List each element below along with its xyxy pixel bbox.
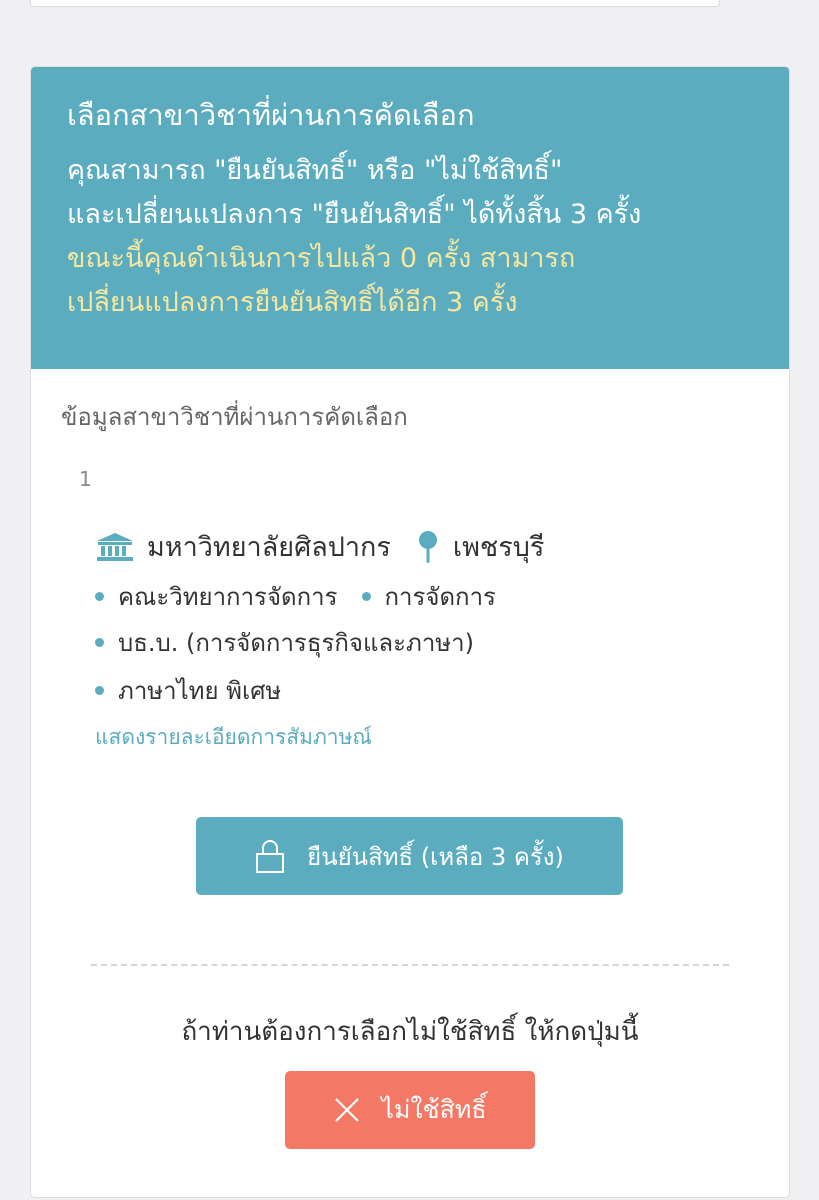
- previous-card-edge: [30, 0, 720, 7]
- track-name: ภาษาไทย พิเศษ: [118, 677, 282, 705]
- status-line-2: เปลี่ยนแปลงการยืนยันสิทธิ์ได้อีก 3 ครั้ง: [67, 287, 518, 318]
- confirm-rights-button[interactable]: ยืนยันสิทธิ์ (เหลือ 3 ครั้ง): [196, 817, 623, 895]
- card-title: เลือกสาขาวิชาที่ผ่านการคัดเลือก: [67, 98, 475, 132]
- decline-rights-button[interactable]: ไม่ใช้สิทธิ์: [285, 1071, 535, 1149]
- lock-icon: [255, 839, 285, 873]
- decline-button-label: ไม่ใช้สิทธิ์: [381, 1095, 487, 1124]
- dashed-divider: [91, 964, 729, 966]
- field-name: การจัดการ: [384, 583, 496, 611]
- bullet-dot: [95, 592, 104, 601]
- university-name: มหาวิทยาลัยศิลปากร: [147, 532, 391, 563]
- instruction-line-2: และเปลี่ยนแปลงการ "ยืนยันสิทธิ์" ได้ทั้ง…: [67, 199, 642, 230]
- university-row: มหาวิทยาลัยศิลปากร เพชรบุรี: [95, 525, 544, 568]
- program-name: บธ.บ. (การจัดการธุรกิจและภาษา): [118, 629, 474, 657]
- program-row: บธ.บ. (การจัดการธุรกิจและภาษา): [95, 623, 474, 662]
- instruction-line-1: คุณสามารถ "ยืนยันสิทธิ์" หรือ "ไม่ใช้สิท…: [67, 155, 563, 186]
- faculty-row: คณะวิทยาการจัดการ การจัดการ: [95, 577, 496, 616]
- close-icon: [333, 1096, 361, 1124]
- interview-details-link[interactable]: แสดงรายละเอียดการสัมภาษณ์: [95, 721, 372, 754]
- status-line-1: ขณะนี้คุณดำเนินการไปแล้ว 0 ครั้ง สามารถ: [67, 243, 576, 274]
- selection-card: เลือกสาขาวิชาที่ผ่านการคัดเลือก คุณสามาร…: [30, 66, 790, 1198]
- bullet-dot: [95, 638, 104, 647]
- province-name: เพชรบุรี: [452, 532, 545, 563]
- decline-prompt: ถ้าท่านต้องการเลือกไม่ใช้สิทธิ์ ให้กดปุ่…: [181, 1017, 639, 1047]
- section-label: ข้อมูลสาขาวิชาที่ผ่านการคัดเลือก: [61, 403, 408, 431]
- university-building-icon: [95, 532, 135, 562]
- item-index: 1: [79, 467, 92, 491]
- bullet-dot: [361, 592, 371, 601]
- map-pin-icon: [417, 530, 439, 564]
- confirm-button-label: ยืนยันสิทธิ์ (เหลือ 3 ครั้ง): [307, 842, 564, 871]
- bullet-dot: [95, 686, 104, 695]
- faculty-name: คณะวิทยาการจัดการ: [118, 583, 338, 611]
- card-header: เลือกสาขาวิชาที่ผ่านการคัดเลือก คุณสามาร…: [31, 67, 789, 369]
- track-row: ภาษาไทย พิเศษ: [95, 671, 281, 710]
